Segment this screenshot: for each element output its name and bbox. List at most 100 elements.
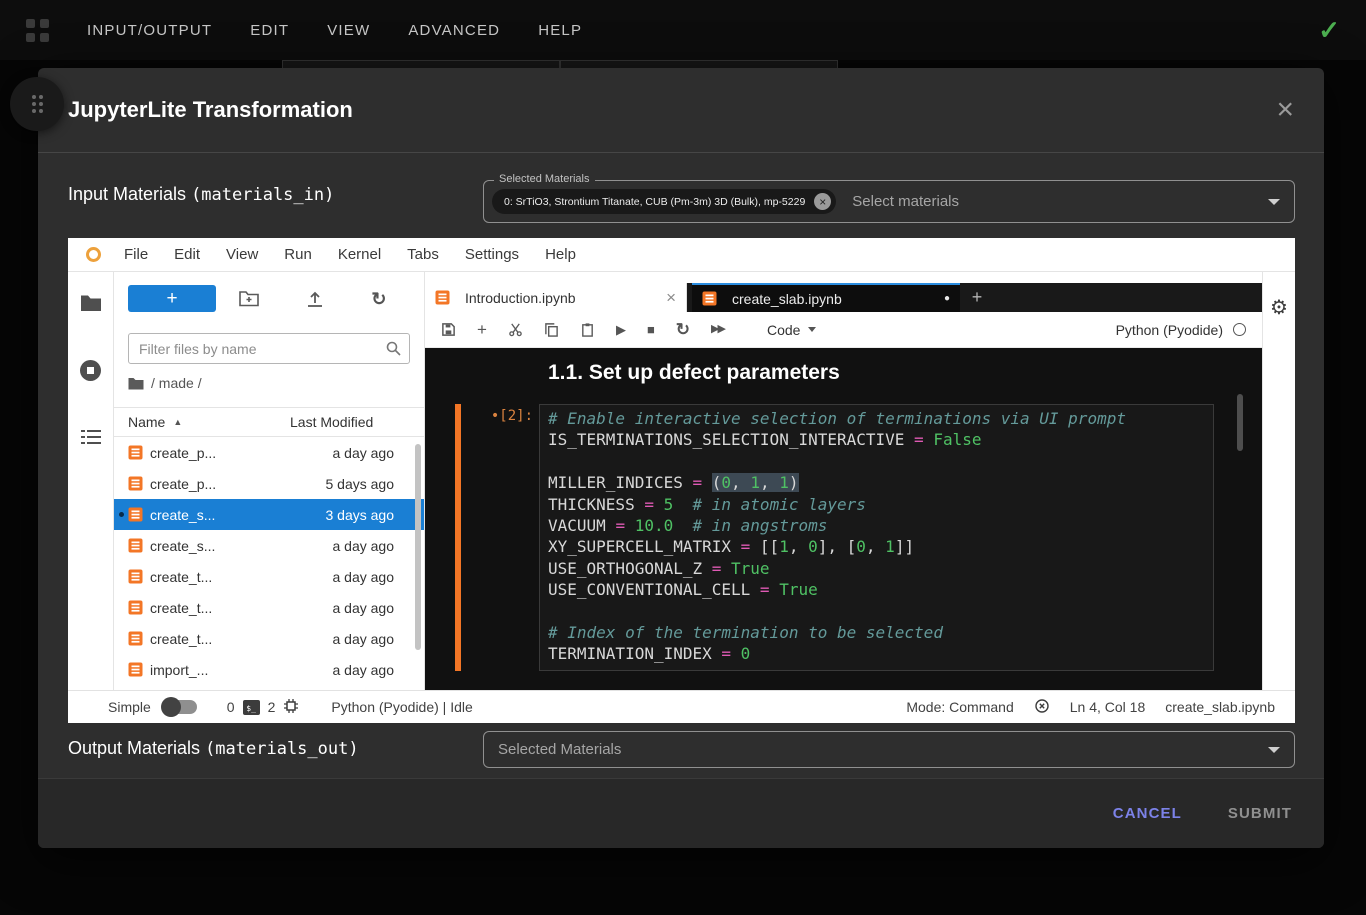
jlab-menu-settings[interactable]: Settings (452, 246, 532, 263)
output-materials-label-text: Output Materials (68, 738, 205, 758)
folder-icon (128, 377, 144, 390)
notebook-icon (128, 600, 143, 615)
file-row[interactable]: import_...a day ago (114, 654, 424, 685)
code-line: IS_TERMINATIONS_SELECTION_INTERACTIVE = … (548, 429, 1205, 450)
input-materials-select[interactable]: Selected Materials 0: SrTiO3, Strontium … (483, 180, 1295, 223)
stop-kernel-icon[interactable]: ■ (647, 323, 655, 336)
cell-type-dropdown[interactable]: Code (767, 322, 816, 338)
jlab-menu-run[interactable]: Run (271, 246, 325, 263)
notifications-off-icon[interactable] (1034, 698, 1050, 717)
file-row[interactable]: create_p...a day ago (114, 437, 424, 468)
close-icon[interactable]: × (1276, 98, 1294, 122)
input-materials-code: (materials_in) (191, 185, 334, 205)
cancel-button[interactable]: CANCEL (1113, 805, 1182, 822)
file-row[interactable]: create_t...a day ago (114, 561, 424, 592)
jlab-menubar-items: FileEditViewRunKernelTabsSettingsHelp (111, 246, 589, 263)
add-cell-icon[interactable]: + (477, 321, 487, 338)
toggle-switch[interactable] (163, 700, 197, 714)
file-row[interactable]: create_s...a day ago (114, 530, 424, 561)
file-modified: a day ago (290, 600, 424, 616)
cursor-position[interactable]: Ln 4, Col 18 (1070, 699, 1146, 715)
new-launcher-button[interactable]: + (128, 285, 216, 312)
search-icon (386, 341, 401, 361)
menu-input-output[interactable]: INPUT/OUTPUT (87, 22, 212, 39)
code-editor[interactable]: # Enable interactive selection of termin… (539, 404, 1214, 671)
file-name: create_t... (150, 631, 290, 647)
apply-check-icon[interactable]: ✓ (1318, 17, 1340, 43)
current-file-name: create_slab.ipynb (1165, 699, 1275, 715)
jlab-menu-kernel[interactable]: Kernel (325, 246, 394, 263)
menu-help[interactable]: HELP (538, 22, 582, 39)
tab-close-icon[interactable]: × (666, 289, 676, 306)
status-bar-right: Mode: Command Ln 4, Col 18 create_slab.i… (906, 698, 1275, 717)
background-tab-outline (282, 60, 560, 68)
jlab-menu-file[interactable]: File (111, 246, 161, 263)
code-line: # Enable interactive selection of termin… (548, 408, 1205, 429)
menu-view[interactable]: VIEW (327, 22, 370, 39)
jlab-menu-tabs[interactable]: Tabs (394, 246, 452, 263)
notebook-icon (702, 291, 717, 306)
kernel-name[interactable]: Python (Pyodide) (1116, 322, 1223, 338)
file-row[interactable]: create_t...a day ago (114, 623, 424, 654)
file-browser-toolbar: + ↻ (114, 272, 424, 320)
running-kernels-icon[interactable] (80, 360, 101, 381)
breadcrumb[interactable]: / made / (114, 364, 424, 407)
code-line: # Index of the termination to be selecte… (548, 622, 1205, 643)
code-cell: •[2]: # Enable interactive selection of … (455, 404, 1262, 671)
file-browser-icon[interactable] (80, 294, 102, 312)
gear-icon[interactable]: ⚙ (1270, 298, 1288, 318)
terminal-icon: $_ (243, 700, 260, 715)
chip-remove-icon[interactable]: × (814, 193, 831, 210)
notebook-icon (128, 476, 143, 491)
dialog-title: JupyterLite Transformation (68, 97, 353, 123)
tab-introduction[interactable]: Introduction.ipynb × (425, 283, 687, 312)
markdown-heading-cell[interactable]: 1.1. Set up defect parameters (548, 361, 1262, 385)
output-materials-select[interactable]: Selected Materials (483, 731, 1295, 768)
chevron-down-icon[interactable] (1268, 747, 1280, 753)
run-cell-icon[interactable]: ▶ (616, 323, 626, 336)
file-name: import_... (150, 662, 290, 678)
file-list-scrollbar[interactable] (415, 444, 421, 650)
refresh-icon[interactable]: ↻ (371, 290, 386, 308)
filter-files-input[interactable] (128, 333, 410, 364)
running-sessions[interactable]: 0 $_ 2 (227, 698, 300, 717)
column-header-modified[interactable]: Last Modified (290, 414, 424, 430)
jlab-menu-help[interactable]: Help (532, 246, 589, 263)
execution-count: •[2]: (461, 404, 539, 671)
menu-advanced[interactable]: ADVANCED (408, 22, 500, 39)
file-row[interactable]: create_p...5 days ago (114, 468, 424, 499)
file-modified: a day ago (290, 569, 424, 585)
jlab-menu-edit[interactable]: Edit (161, 246, 213, 263)
menu-edit[interactable]: EDIT (250, 22, 289, 39)
simple-mode-toggle[interactable]: Simple (108, 699, 197, 715)
kernel-status-text[interactable]: Python (Pyodide) | Idle (331, 699, 472, 715)
save-icon[interactable] (441, 322, 456, 337)
file-modified: 5 days ago (290, 476, 424, 492)
notebook-icon (128, 569, 143, 584)
drag-handle-button[interactable] (10, 77, 64, 131)
new-tab-icon[interactable]: + (960, 283, 994, 312)
submit-button[interactable]: SUBMIT (1228, 805, 1292, 822)
select-materials-placeholder: Select materials (852, 193, 959, 210)
table-of-contents-icon[interactable] (81, 429, 101, 445)
cut-icon[interactable] (508, 322, 523, 337)
notebook-scrollbar[interactable] (1237, 394, 1243, 451)
copy-icon[interactable] (544, 322, 559, 337)
file-row[interactable]: create_s...3 days ago (114, 499, 424, 530)
sort-ascending-icon: ▲ (173, 417, 182, 427)
notebook-icon (128, 631, 143, 646)
file-row[interactable]: create_t...a day ago (114, 592, 424, 623)
column-header-name[interactable]: Name ▲ (128, 414, 290, 430)
tab-create-slab[interactable]: create_slab.ipynb ● (692, 283, 960, 312)
new-folder-icon[interactable] (239, 290, 259, 307)
notebook-icon (128, 538, 143, 553)
background-tab-outline (560, 60, 838, 68)
restart-run-all-icon[interactable]: ▶▶ (711, 324, 724, 335)
app-logo-icon (26, 19, 49, 42)
jlab-menu-view[interactable]: View (213, 246, 271, 263)
paste-icon[interactable] (580, 322, 595, 337)
restart-kernel-icon[interactable]: ↻ (676, 321, 690, 338)
screen: INPUT/OUTPUT EDIT VIEW ADVANCED HELP ✓ Jupyt… (0, 0, 1366, 915)
upload-icon[interactable] (306, 291, 324, 307)
chevron-down-icon[interactable] (1268, 199, 1280, 205)
